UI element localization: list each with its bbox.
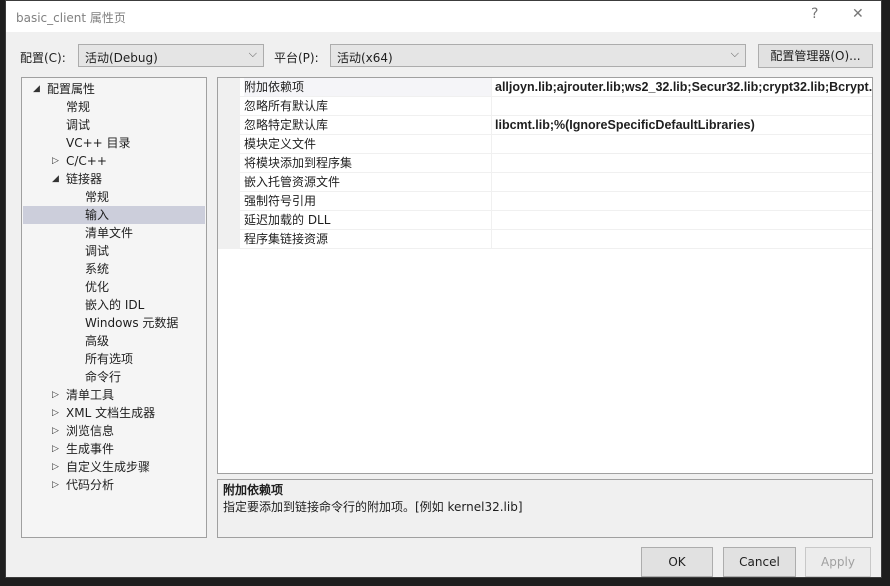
collapsed-arrow-icon[interactable]: ▷ [52,404,59,422]
collapsed-arrow-icon[interactable]: ▷ [52,458,59,476]
config-label: 配置(C): [20,51,66,65]
tree-item-label: 高级 [85,334,110,348]
expanded-arrow-icon[interactable]: ◢ [52,170,59,188]
property-row[interactable]: 程序集链接资源 [240,230,872,249]
tree-item-label: C/C++ [66,154,107,168]
property-name: 忽略特定默认库 [244,116,492,134]
tree-item-label: 浏览信息 [66,424,115,438]
apply-button[interactable]: Apply [805,547,871,577]
tree-item-label: 调试 [66,118,91,132]
tree-item[interactable]: 所有选项 [23,350,205,368]
property-row[interactable]: 忽略所有默认库 [240,97,872,116]
tree-item-label: 清单工具 [66,388,115,402]
platform-select[interactable]: 活动(x64) ⌵ [330,44,746,67]
property-row[interactable]: 嵌入托管资源文件 [240,173,872,192]
tree-item-label: XML 文档生成器 [66,406,156,420]
tree-item-label: 输入 [85,208,110,222]
property-name: 附加依赖项 [244,78,492,96]
tree-item[interactable]: 高级 [23,332,205,350]
tree-item[interactable]: ▷ 生成事件 [23,440,205,458]
property-row[interactable]: 强制符号引用 [240,192,872,211]
tree-item-label: 自定义生成步骤 [66,460,151,474]
chevron-down-icon: ⌵ [730,47,739,60]
property-pages-dialog: basic_client 属性页 ? ✕ 配置(C): 活动(Debug) ⌵ … [5,0,882,578]
property-tree: ◢ 配置属性 常规 调试 VC++ 目录 ▷ C/C++ ◢ 链接器 常规 输入 清单文件 调试 系统 优化… [21,77,207,538]
window-title: basic_client 属性页 [16,11,126,25]
help-button[interactable]: ? [811,6,818,22]
property-row[interactable]: 忽略特定默认库 libcmt.lib;%(IgnoreSpecificDefaul… [240,116,872,135]
collapsed-arrow-icon[interactable]: ▷ [52,476,59,494]
tree-item[interactable]: ◢ 链接器 [23,170,205,188]
tree-item-label: 嵌入的 IDL [85,298,145,312]
tree-item[interactable]: ▷ 代码分析 [23,476,205,494]
tree-item[interactable]: 常规 [23,98,205,116]
property-name: 忽略所有默认库 [244,97,492,115]
tree-item-label: Windows 元数据 [85,316,179,330]
tree-item[interactable]: 系统 [23,260,205,278]
property-name: 模块定义文件 [244,135,492,153]
tree-item[interactable]: Windows 元数据 [23,314,205,332]
description-title: 附加依赖项 [223,483,284,497]
platform-value: 活动(x64) [337,51,393,65]
title-bar: basic_client 属性页 ? ✕ [6,1,881,32]
property-name: 强制符号引用 [244,192,492,210]
tree-item-label: 链接器 [66,172,103,186]
property-value[interactable]: alljoyn.lib;ajrouter.lib;ws2_32.lib;Secu… [495,78,872,96]
tree-item[interactable]: 优化 [23,278,205,296]
tree-item[interactable]: 嵌入的 IDL [23,296,205,314]
tree-item-label: VC++ 目录 [66,136,131,150]
config-manager-button[interactable]: 配置管理器(O)... [758,44,873,68]
property-row[interactable]: 将模块添加到程序集 [240,154,872,173]
tree-item[interactable]: ▷ 清单工具 [23,386,205,404]
tree-item[interactable]: ▷ 自定义生成步骤 [23,458,205,476]
close-button[interactable]: ✕ [852,6,864,22]
tree-item-label: 所有选项 [85,352,134,366]
collapsed-arrow-icon[interactable]: ▷ [52,422,59,440]
expanded-arrow-icon[interactable]: ◢ [33,80,40,98]
grid-gutter [218,78,240,249]
tree-item-label: 生成事件 [66,442,115,456]
collapsed-arrow-icon[interactable]: ▷ [52,386,59,404]
tree-item-label: 调试 [85,244,110,258]
tree-item-label: 系统 [85,262,110,276]
property-name: 延迟加载的 DLL [244,211,492,229]
tree-item[interactable]: 清单文件 [23,224,205,242]
tree-item-label: 优化 [85,280,110,294]
tree-item-label: 常规 [85,190,110,204]
tree-item[interactable]: ▷ XML 文档生成器 [23,404,205,422]
collapsed-arrow-icon[interactable]: ▷ [52,152,59,170]
config-select[interactable]: 活动(Debug) ⌵ [78,44,264,67]
tree-item[interactable]: 调试 [23,242,205,260]
property-row[interactable]: 模块定义文件 [240,135,872,154]
property-name: 将模块添加到程序集 [244,154,492,172]
tree-item[interactable]: VC++ 目录 [23,134,205,152]
collapsed-arrow-icon[interactable]: ▷ [52,440,59,458]
tree-item[interactable]: 命令行 [23,368,205,386]
tree-item-label: 清单文件 [85,226,134,240]
tree-item[interactable]: ▷ C/C++ [23,152,205,170]
tree-item-label: 配置属性 [47,82,96,96]
ok-button[interactable]: OK [641,547,713,577]
chevron-down-icon: ⌵ [248,47,257,60]
tree-item[interactable]: 输入 [23,206,205,224]
tree-item-label: 命令行 [85,370,122,384]
description-text: 指定要添加到链接命令行的附加项。[例如 kernel32.lib] [223,500,523,514]
cancel-button[interactable]: Cancel [723,547,796,577]
property-row[interactable]: 附加依赖项 alljoyn.lib;ajrouter.lib;ws2_32.lib… [240,78,872,97]
tree-item[interactable]: 常规 [23,188,205,206]
property-value[interactable]: libcmt.lib;%(IgnoreSpecificDefaultLibrar… [495,116,872,134]
property-grid: 附加依赖项 alljoyn.lib;ajrouter.lib;ws2_32.lib… [217,77,873,474]
property-name: 程序集链接资源 [244,230,492,248]
platform-label: 平台(P): [274,51,319,65]
property-row[interactable]: 延迟加载的 DLL [240,211,872,230]
tree-item-label: 常规 [66,100,91,114]
description-panel: 附加依赖项 指定要添加到链接命令行的附加项。[例如 kernel32.lib] [217,479,873,538]
config-value: 活动(Debug) [85,51,158,65]
tree-item[interactable]: 调试 [23,116,205,134]
property-name: 嵌入托管资源文件 [244,173,492,191]
tree-item-label: 代码分析 [66,478,115,492]
tree-item[interactable]: ▷ 浏览信息 [23,422,205,440]
tree-item[interactable]: ◢ 配置属性 [23,80,205,98]
